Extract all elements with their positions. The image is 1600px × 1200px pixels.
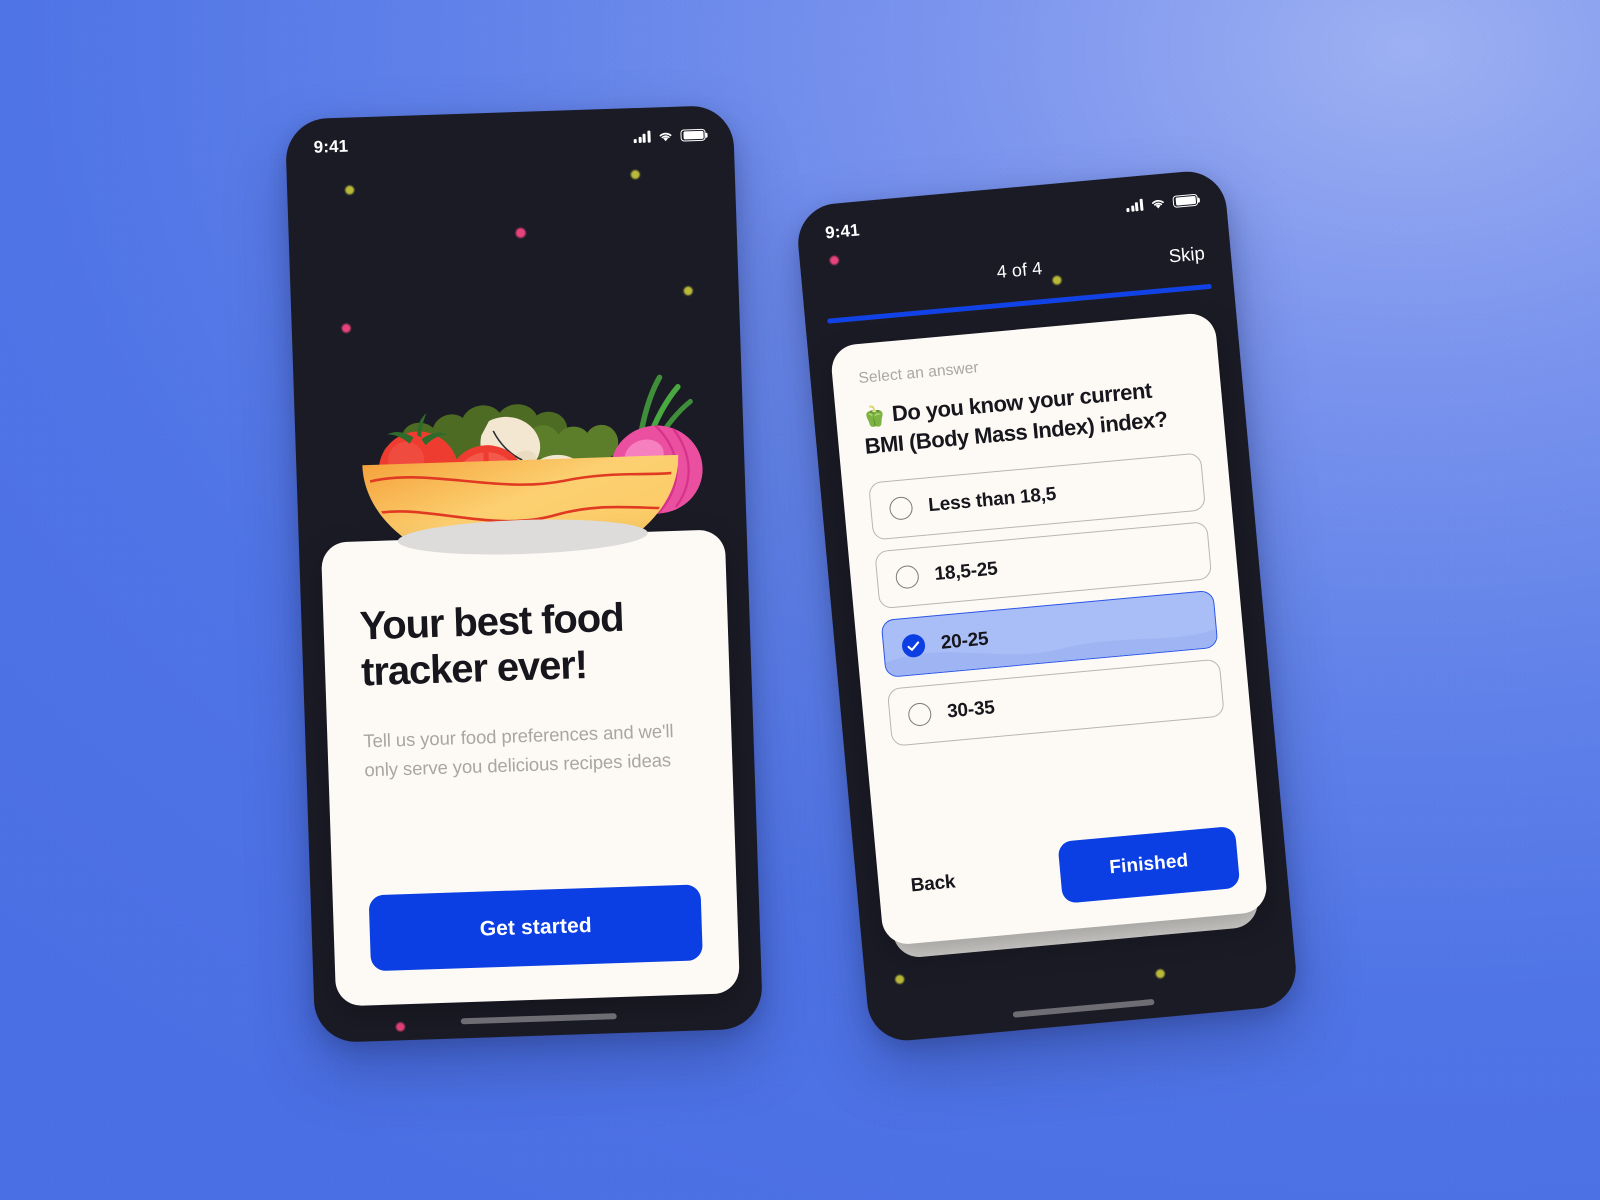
get-started-button[interactable]: Get started bbox=[368, 884, 703, 972]
confetti-dot bbox=[630, 169, 640, 180]
signal-icon bbox=[633, 130, 651, 144]
back-button[interactable]: Back bbox=[904, 871, 956, 897]
signal-icon bbox=[1125, 198, 1144, 213]
phone-mockup-question: 9:41 4 of 4 Skip Select an answer 🫑 Do y… bbox=[794, 168, 1300, 1044]
battery-icon bbox=[680, 128, 706, 142]
confetti-dot bbox=[894, 974, 905, 985]
radio-unchecked-icon bbox=[894, 564, 920, 590]
page-title: Your best food tracker ever! bbox=[358, 595, 625, 695]
confetti-dot bbox=[515, 227, 526, 239]
finished-button[interactable]: Finished bbox=[1057, 825, 1241, 904]
question-text: 🫑 Do you know your current BMI (Body Mas… bbox=[861, 372, 1199, 461]
answer-options-list: Less than 18,5 18,5-25 20-25 30-35 bbox=[868, 452, 1225, 747]
radio-unchecked-icon bbox=[888, 496, 914, 522]
page-subtitle: Tell us your food preferences and we'll … bbox=[363, 719, 674, 781]
screenshot-canvas: 9:41 Your best food tracker ever! Tell u… bbox=[0, 0, 1600, 1200]
bell-pepper-icon: 🫑 bbox=[861, 404, 888, 429]
skip-button[interactable]: Skip bbox=[1168, 242, 1206, 267]
status-icons bbox=[633, 128, 706, 144]
status-icons bbox=[1125, 193, 1199, 213]
confetti-dot bbox=[395, 1022, 406, 1032]
answer-option-label: 18,5-25 bbox=[933, 558, 999, 585]
wifi-icon bbox=[657, 130, 673, 143]
background-texture bbox=[0, 0, 1600, 1200]
confetti-dot bbox=[829, 255, 840, 266]
confetti-layer bbox=[285, 105, 733, 1032]
radio-unchecked-icon bbox=[907, 702, 933, 728]
confetti-dot bbox=[345, 185, 355, 195]
step-counter: 4 of 4 bbox=[995, 257, 1044, 282]
question-label: Do you know your current BMI (Body Mass … bbox=[863, 377, 1169, 459]
status-time: 9:41 bbox=[313, 136, 349, 157]
answer-option-label: Less than 18,5 bbox=[927, 483, 1057, 517]
status-time: 9:41 bbox=[824, 220, 861, 243]
question-card: Select an answer 🫑 Do you know your curr… bbox=[829, 311, 1269, 947]
onboarding-card: Your best food tracker ever! Tell us you… bbox=[320, 515, 741, 1007]
phone-mockup-onboarding: 9:41 Your best food tracker ever! Tell u… bbox=[284, 104, 764, 1044]
card-actions: Back Finished bbox=[900, 808, 1241, 918]
phone-one-screen: 9:41 Your best food tracker ever! Tell u… bbox=[285, 105, 763, 1043]
confetti-dot bbox=[341, 323, 351, 333]
answer-option-label: 30-35 bbox=[946, 697, 996, 723]
status-bar: 9:41 bbox=[285, 119, 734, 164]
confetti-dot bbox=[1155, 968, 1166, 979]
home-indicator bbox=[460, 1013, 617, 1025]
answer-option-label: 20-25 bbox=[939, 628, 990, 654]
confetti-dot bbox=[683, 286, 693, 296]
battery-icon bbox=[1172, 193, 1199, 209]
wifi-icon bbox=[1149, 197, 1166, 210]
phone-two-screen: 9:41 4 of 4 Skip Select an answer 🫑 Do y… bbox=[795, 168, 1299, 1044]
home-indicator bbox=[1012, 998, 1155, 1018]
